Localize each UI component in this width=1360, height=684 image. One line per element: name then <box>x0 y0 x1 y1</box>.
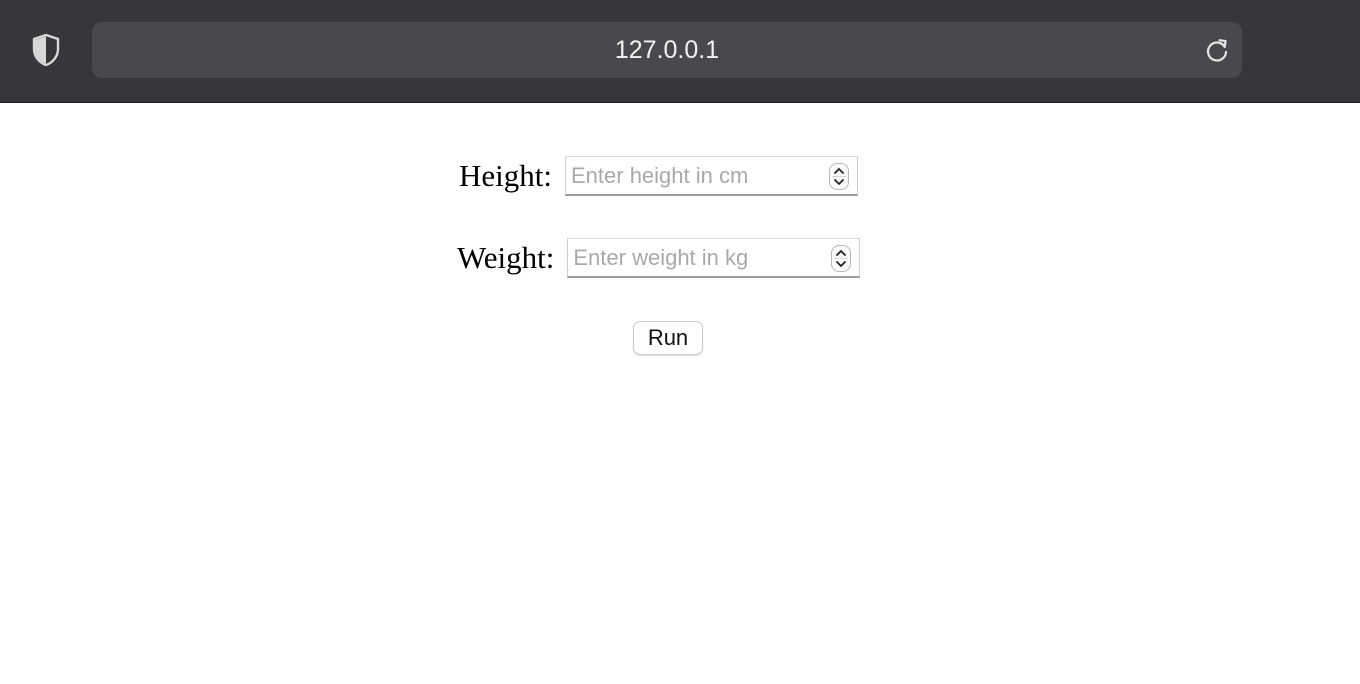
weight-field[interactable] <box>567 238 861 278</box>
height-row: Height: <box>459 156 858 196</box>
browser-toolbar: 127.0.0.1 <box>0 0 1360 103</box>
shield-icon[interactable] <box>31 33 61 67</box>
height-input[interactable] <box>566 157 857 194</box>
address-bar[interactable]: 127.0.0.1 <box>92 22 1242 78</box>
run-button[interactable]: Run <box>633 321 703 355</box>
weight-row: Weight: <box>457 238 861 278</box>
page-content: Height: Weight: <box>0 104 1360 684</box>
height-field[interactable] <box>565 156 858 196</box>
reload-icon[interactable] <box>1203 37 1231 65</box>
height-label: Height: <box>459 158 552 193</box>
weight-input[interactable] <box>568 239 860 276</box>
weight-stepper[interactable] <box>831 245 852 272</box>
chevron-up-icon[interactable] <box>835 248 847 257</box>
weight-label: Weight: <box>457 240 555 275</box>
chevron-down-icon[interactable] <box>835 260 847 269</box>
height-stepper[interactable] <box>829 163 849 190</box>
url-text: 127.0.0.1 <box>614 35 720 64</box>
chevron-up-icon[interactable] <box>833 166 845 175</box>
chevron-down-icon[interactable] <box>833 178 845 187</box>
